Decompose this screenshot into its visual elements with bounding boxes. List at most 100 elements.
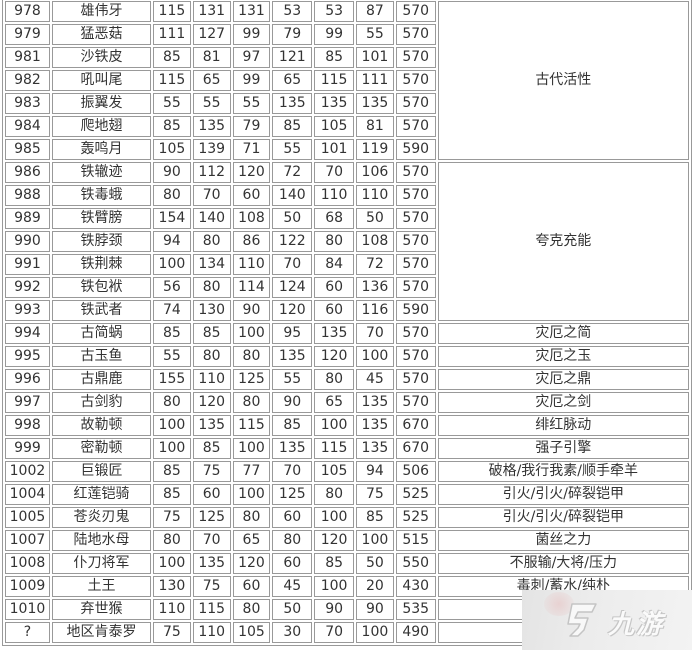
dex-number: 999	[5, 438, 50, 459]
dex-number: 994	[5, 323, 50, 344]
jiuyou-logo-icon	[567, 603, 597, 637]
stat-total: 590	[395, 139, 436, 160]
stat-sp-defense: 115	[314, 438, 355, 459]
stat-hp: 85	[153, 323, 191, 344]
stat-speed: 135	[356, 392, 394, 413]
stat-total: 506	[395, 461, 436, 482]
stat-total: 570	[395, 208, 436, 229]
stat-defense: 100	[232, 438, 271, 459]
stat-sp-defense: 99	[314, 24, 355, 45]
stat-sp-attack: 80	[272, 530, 313, 551]
pokemon-name: 爬地翅	[51, 116, 152, 137]
pokemon-name: 铁荆棘	[51, 254, 152, 275]
dex-number: 992	[5, 277, 50, 298]
stat-sp-defense: 60	[314, 300, 355, 321]
ability-cell: 灾厄之剑	[437, 392, 689, 413]
pokemon-name: 巨锻匠	[51, 461, 152, 482]
stat-sp-defense: 80	[314, 369, 355, 390]
dex-number: 995	[5, 346, 50, 367]
stat-sp-attack: 72	[272, 162, 313, 183]
stat-total: 670	[395, 415, 436, 436]
dex-number: 989	[5, 208, 50, 229]
stat-defense: 55	[232, 93, 271, 114]
stat-attack: 85	[192, 323, 231, 344]
stat-speed: 81	[356, 116, 394, 137]
stat-total: 525	[395, 484, 436, 505]
stat-attack: 80	[192, 346, 231, 367]
stat-speed: 100	[356, 622, 394, 643]
stat-hp: 115	[153, 70, 191, 91]
stat-total: 570	[395, 1, 436, 22]
ability-cell: 灾厄之鼎	[437, 369, 689, 390]
stat-defense: 80	[232, 507, 271, 528]
pokemon-name: 铁毒蛾	[51, 185, 152, 206]
stat-defense: 80	[232, 599, 271, 620]
stat-sp-defense: 105	[314, 461, 355, 482]
stat-sp-defense: 100	[314, 576, 355, 597]
stat-speed: 135	[356, 93, 394, 114]
stat-sp-defense: 110	[314, 185, 355, 206]
stat-attack: 120	[192, 392, 231, 413]
stat-total: 490	[395, 622, 436, 643]
table-row: 998 故勒顿 100 135 115 85 100 135 670 绯红脉动	[5, 415, 689, 436]
stat-total: 570	[395, 70, 436, 91]
stat-sp-attack: 125	[272, 484, 313, 505]
stat-attack: 75	[192, 461, 231, 482]
stat-hp: 80	[153, 185, 191, 206]
stat-attack: 70	[192, 185, 231, 206]
stat-hp: 154	[153, 208, 191, 229]
stat-defense: 108	[232, 208, 271, 229]
stat-sp-attack: 122	[272, 231, 313, 252]
stat-sp-attack: 55	[272, 139, 313, 160]
stat-sp-defense: 65	[314, 392, 355, 413]
stat-attack: 112	[192, 162, 231, 183]
dex-number: 996	[5, 369, 50, 390]
dex-number: 997	[5, 392, 50, 413]
stat-sp-attack: 135	[272, 438, 313, 459]
pokemon-name: 铁臂膀	[51, 208, 152, 229]
stat-total: 570	[395, 369, 436, 390]
dex-number: 981	[5, 47, 50, 68]
dex-number: ?	[5, 622, 50, 643]
stat-attack: 81	[192, 47, 231, 68]
stat-sp-attack: 55	[272, 369, 313, 390]
stat-total: 570	[395, 47, 436, 68]
ability-cell: 灾厄之简	[437, 323, 689, 344]
stat-hp: 105	[153, 139, 191, 160]
ability-cell: 强子引擎	[437, 438, 689, 459]
stat-sp-defense: 135	[314, 323, 355, 344]
dex-number: 978	[5, 1, 50, 22]
stat-attack: 60	[192, 484, 231, 505]
stat-sp-attack: 53	[272, 1, 313, 22]
stat-defense: 80	[232, 392, 271, 413]
stat-total: 670	[395, 438, 436, 459]
stat-speed: 108	[356, 231, 394, 252]
stat-total: 535	[395, 599, 436, 620]
stat-speed: 94	[356, 461, 394, 482]
stat-total: 570	[395, 346, 436, 367]
stat-total: 570	[395, 185, 436, 206]
stat-speed: 135	[356, 438, 394, 459]
stat-defense: 99	[232, 24, 271, 45]
pokemon-name: 土王	[51, 576, 152, 597]
stat-hp: 100	[153, 438, 191, 459]
stat-sp-attack: 95	[272, 323, 313, 344]
stat-sp-attack: 135	[272, 93, 313, 114]
stat-defense: 120	[232, 162, 271, 183]
stat-sp-attack: 124	[272, 277, 313, 298]
stat-speed: 135	[356, 415, 394, 436]
stat-hp: 85	[153, 461, 191, 482]
stat-attack: 135	[192, 553, 231, 574]
stat-defense: 99	[232, 70, 271, 91]
stat-sp-defense: 68	[314, 208, 355, 229]
stat-speed: 106	[356, 162, 394, 183]
stat-attack: 125	[192, 507, 231, 528]
stat-speed: 111	[356, 70, 394, 91]
stat-speed: 90	[356, 599, 394, 620]
dex-number: 1009	[5, 576, 50, 597]
stat-sp-attack: 30	[272, 622, 313, 643]
table-row: 978 雄伟牙 115 131 131 53 53 87 570 古代活性	[5, 1, 689, 160]
stat-attack: 134	[192, 254, 231, 275]
stat-sp-defense: 105	[314, 116, 355, 137]
stat-total: 515	[395, 530, 436, 551]
